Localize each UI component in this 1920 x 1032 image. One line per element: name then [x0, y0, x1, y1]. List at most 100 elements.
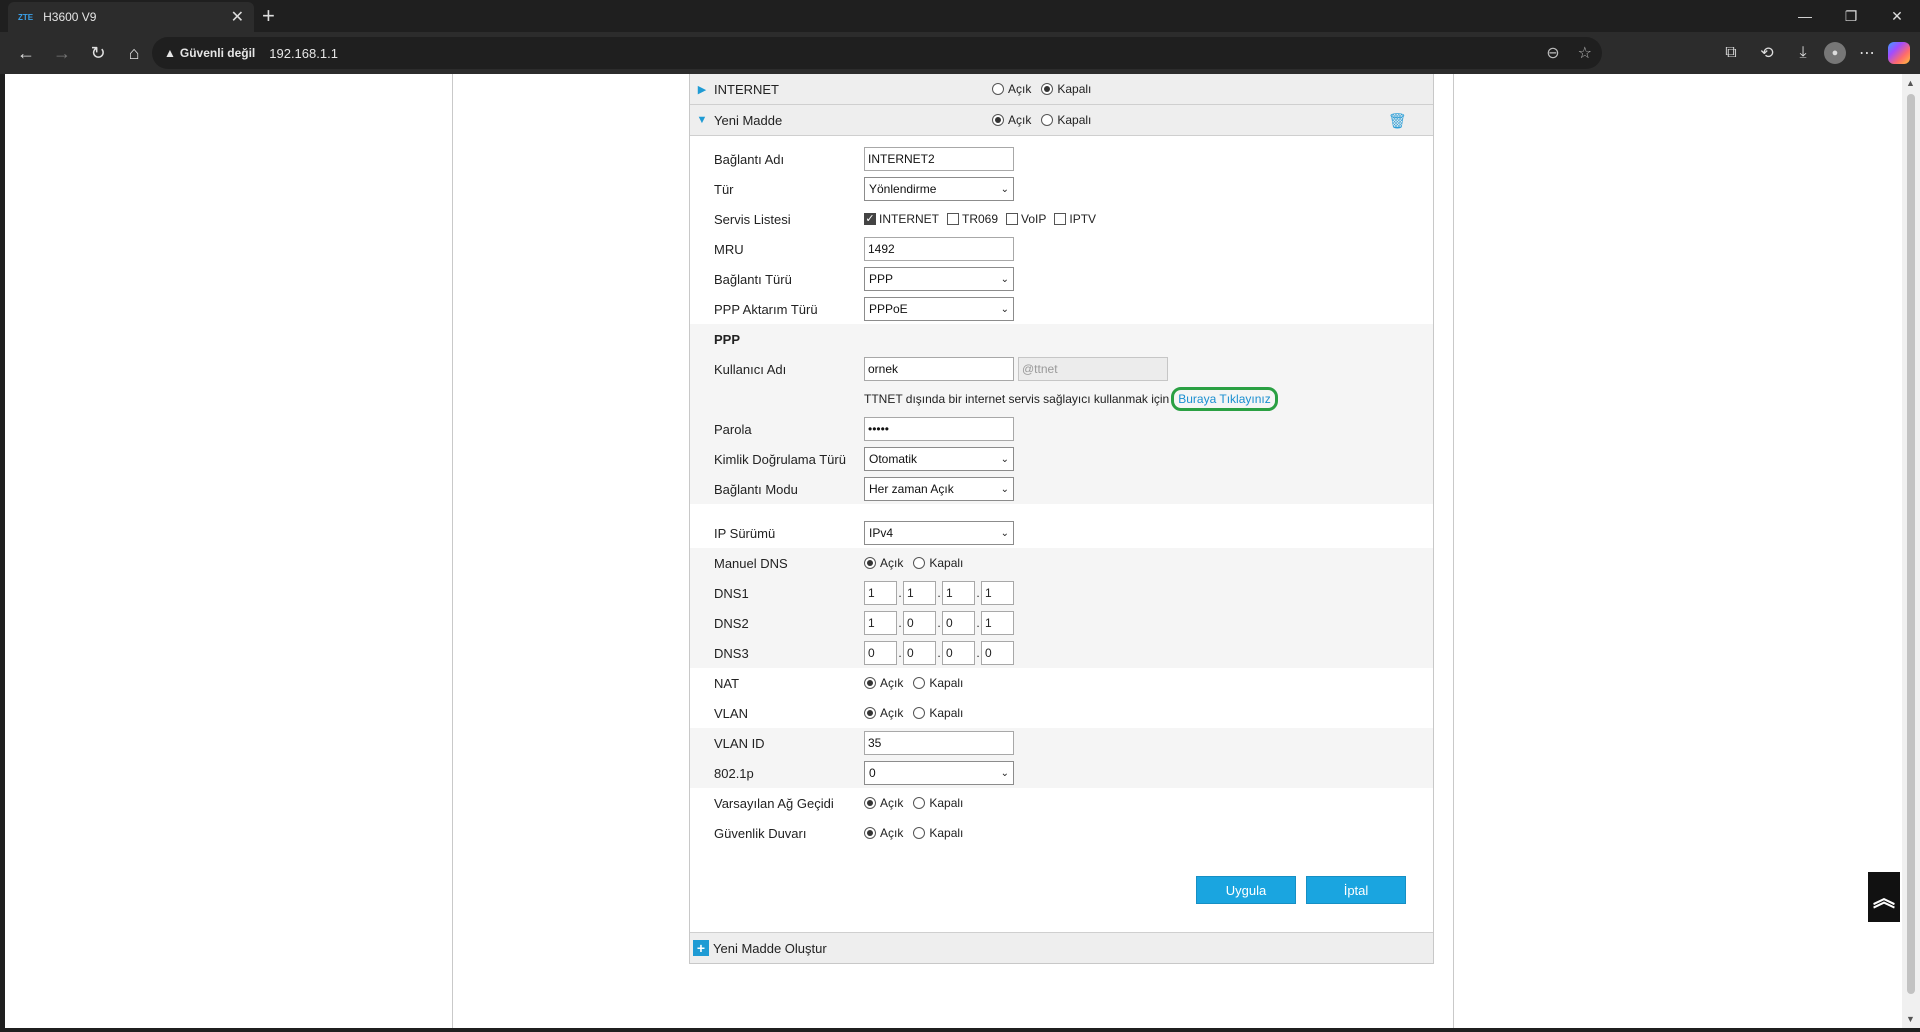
apply-button[interactable]: Uygula: [1196, 876, 1296, 904]
dns2-octet-2-input[interactable]: 0: [903, 611, 936, 635]
password-input[interactable]: •••••: [864, 417, 1014, 441]
history-icon[interactable]: ⟲: [1752, 38, 1782, 68]
field-label: VLAN: [714, 705, 748, 721]
vlan-on-radio[interactable]: [864, 707, 876, 719]
row-ip-version: IP Sürümü IPv4 ⌄: [690, 518, 1433, 548]
auth-type-select[interactable]: Otomatik ⌄: [864, 447, 1014, 471]
connection-mode-select[interactable]: Her zaman Açık ⌄: [864, 477, 1014, 501]
dns1-octet-1-input[interactable]: 1: [864, 581, 897, 605]
field-label: IP Sürümü: [714, 525, 776, 541]
downloads-icon[interactable]: ⤓: [1788, 38, 1818, 68]
username-input[interactable]: ornek: [864, 357, 1014, 381]
new-item-off-radio[interactable]: [1041, 114, 1054, 126]
restore-icon[interactable]: ❐: [1828, 0, 1874, 32]
dns1-octet-4-input[interactable]: 1: [981, 581, 1014, 605]
reload-icon[interactable]: ↻: [80, 37, 116, 69]
dns3-octet-3-input[interactable]: 0: [942, 641, 975, 665]
scroll-to-top-button[interactable]: ︽: [1868, 872, 1900, 922]
manual-dns-off-radio[interactable]: [913, 557, 926, 569]
profile-avatar-icon[interactable]: ●: [1824, 42, 1846, 64]
service-internet-checkbox[interactable]: ✓: [864, 213, 876, 225]
dns2-octet-4-input[interactable]: 1: [981, 611, 1014, 635]
copilot-icon[interactable]: [1888, 42, 1910, 64]
nat-off-radio[interactable]: [913, 677, 926, 689]
default-gateway-on-radio[interactable]: [864, 797, 876, 809]
mru-input[interactable]: 1492: [864, 237, 1014, 261]
forward-icon[interactable]: →: [44, 37, 80, 69]
delete-trash-icon[interactable]: 🗑: [1388, 112, 1407, 130]
row-ppp-transfer-type: PPP Aktarım Türü PPPoE ⌄: [690, 294, 1433, 324]
back-icon[interactable]: ←: [8, 37, 44, 69]
address-bar[interactable]: ▲ Güvenli değil 192.168.1.1 ⊖ ☆: [152, 37, 1602, 69]
select-value: Otomatik: [869, 452, 918, 466]
scrollbar-thumb[interactable]: [1907, 94, 1915, 994]
dns2-octet-3-input[interactable]: 0: [942, 611, 975, 635]
service-tr069-checkbox[interactable]: [947, 213, 959, 225]
close-window-icon[interactable]: ✕: [1874, 0, 1920, 32]
radio-label: Kapalı: [929, 796, 964, 810]
dns3-octet-1-input[interactable]: 0: [864, 641, 897, 665]
isp-click-here-link[interactable]: Buraya Tıklayınız: [1171, 387, 1278, 411]
row-auth-type: Kimlik Doğrulama Türü Otomatik ⌄: [690, 444, 1433, 474]
new-tab-icon[interactable]: +: [262, 3, 275, 29]
type-select[interactable]: Yönlendirme ⌄: [864, 177, 1014, 201]
create-new-item-bar[interactable]: + Yeni Madde Oluştur: [690, 932, 1433, 963]
row-dns3: DNS3 0. 0. 0. 0: [690, 638, 1433, 668]
radio-label: Açık: [880, 676, 904, 690]
radio-label: Kapalı: [929, 826, 964, 840]
reader-mode-icon[interactable]: ⊖: [1546, 43, 1559, 63]
service-voip-checkbox[interactable]: [1006, 213, 1019, 225]
vlan-off-radio[interactable]: [913, 707, 926, 719]
service-iptv-checkbox[interactable]: [1054, 213, 1067, 225]
vlan-id-input[interactable]: 35: [864, 731, 1014, 755]
radio-label: Kapalı: [929, 676, 964, 690]
dns2-octet-1-input[interactable]: 1: [864, 611, 897, 635]
button-row: Uygula İptal: [690, 848, 1433, 932]
radio-label: Kapalı: [929, 706, 964, 720]
expand-arrow-icon[interactable]: ▶: [690, 83, 714, 96]
favorite-star-icon[interactable]: ☆: [1578, 43, 1592, 63]
priority-select[interactable]: 0 ⌄: [864, 761, 1014, 785]
scroll-up-icon[interactable]: ▲: [1906, 78, 1915, 88]
internet-off-radio[interactable]: [1041, 83, 1054, 95]
dns3-octet-4-input[interactable]: 0: [981, 641, 1014, 665]
dns1-octet-2-input[interactable]: 1: [903, 581, 936, 605]
section-internet[interactable]: ▶ INTERNET Açık Kapalı: [690, 74, 1433, 105]
extensions-icon[interactable]: ⧉: [1716, 38, 1746, 68]
manual-dns-on-radio[interactable]: [864, 557, 876, 569]
field-label: Bağlantı Türü: [714, 271, 792, 287]
field-label: Güvenlik Duvarı: [714, 825, 807, 841]
connection-name-input[interactable]: INTERNET2: [864, 147, 1014, 171]
ppp-transfer-type-select[interactable]: PPPoE ⌄: [864, 297, 1014, 321]
dns3-octet-2-input[interactable]: 0: [903, 641, 936, 665]
more-menu-icon[interactable]: ⋯: [1852, 38, 1882, 68]
firewall-off-radio[interactable]: [913, 827, 926, 839]
row-manual-dns: Manuel DNS Açık Kapalı: [690, 548, 1433, 578]
new-item-on-radio[interactable]: [992, 114, 1004, 126]
ip-version-select[interactable]: IPv4 ⌄: [864, 521, 1014, 545]
firewall-on-radio[interactable]: [864, 827, 876, 839]
plus-icon[interactable]: +: [693, 940, 709, 956]
connection-type-select[interactable]: PPP ⌄: [864, 267, 1014, 291]
router-page: ▶ INTERNET Açık Kapalı ▼ Yeni Madde Açık…: [452, 74, 1454, 1028]
home-icon[interactable]: ⌂: [116, 37, 152, 69]
radio-label: Açık: [880, 826, 904, 840]
warning-icon: ▲: [164, 46, 176, 60]
select-value: IPv4: [869, 526, 894, 540]
collapse-arrow-icon[interactable]: ▼: [690, 114, 714, 126]
minimize-icon[interactable]: —: [1782, 0, 1828, 32]
section-new-item[interactable]: ▼ Yeni Madde Açık Kapalı 🗑: [690, 105, 1433, 136]
cancel-button[interactable]: İptal: [1306, 876, 1406, 904]
default-gateway-off-radio[interactable]: [913, 797, 926, 809]
nat-on-radio[interactable]: [864, 677, 876, 689]
url-text[interactable]: 192.168.1.1: [269, 46, 338, 61]
row-isp-note: TTNET dışında bir internet servis sağlay…: [690, 384, 1433, 414]
close-tab-icon[interactable]: ✕: [231, 7, 244, 27]
scroll-down-icon[interactable]: ▼: [1906, 1014, 1915, 1024]
internet-on-radio[interactable]: [992, 83, 1004, 95]
select-value: 0: [869, 766, 876, 780]
browser-tab[interactable]: ZTE H3600 V9 ✕: [8, 2, 254, 32]
security-label[interactable]: Güvenli değil: [180, 46, 255, 60]
page-scrollbar[interactable]: ▲ ▼: [1902, 74, 1920, 1028]
dns1-octet-3-input[interactable]: 1: [942, 581, 975, 605]
